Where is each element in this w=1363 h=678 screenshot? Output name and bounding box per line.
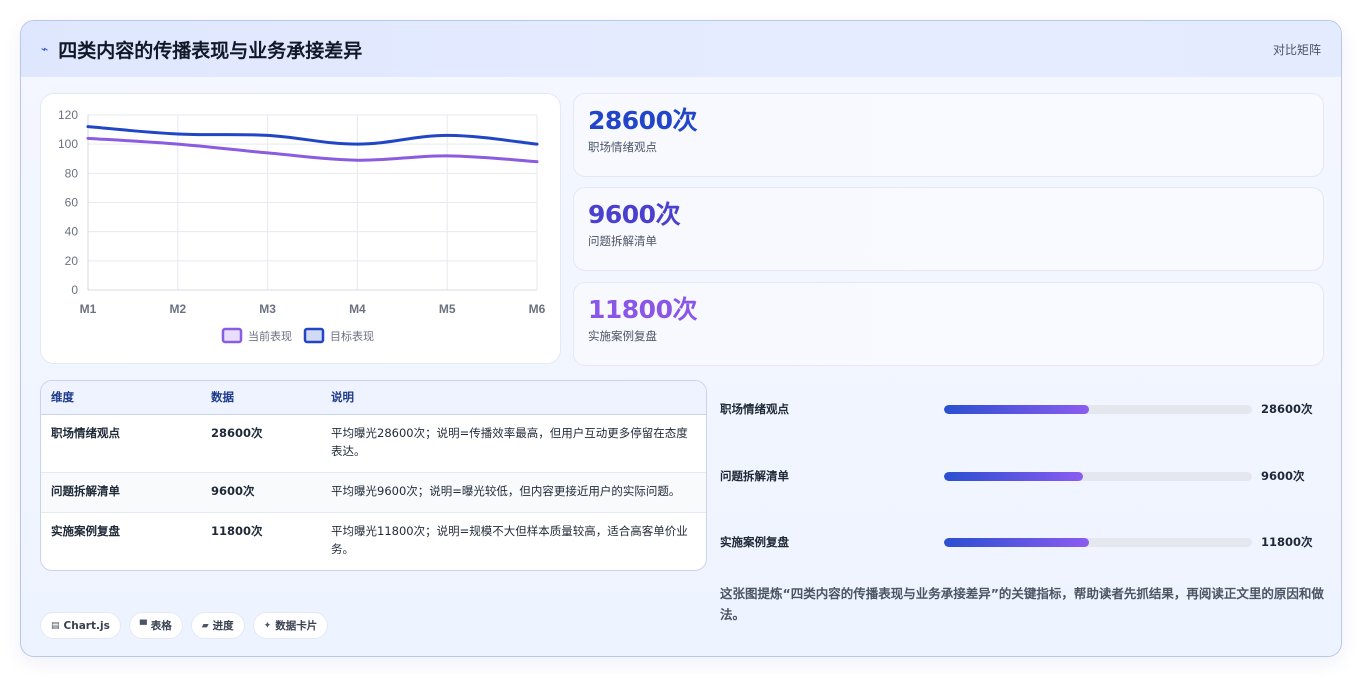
legend-swatch (303, 327, 325, 344)
y-tick-label: 40 (65, 225, 79, 239)
data-point (86, 125, 90, 128)
column-header: 数据 (201, 381, 321, 415)
line-chart-svg: 0 20 40 60 80 100 120 M1 M2 M3 M4 M5 M6 当前表现 目标表现 (58, 108, 546, 344)
chip-chartjs[interactable]: ▤ Chart.js (40, 612, 121, 639)
data-point (535, 142, 539, 146)
data-point (446, 134, 449, 137)
data-point (86, 137, 90, 140)
chip-label: 进度 (212, 620, 234, 632)
chart-line-icon: ⌁ (41, 42, 49, 56)
chip-label: 表格 (150, 620, 172, 632)
comparison-card: ⌁ 四类内容的传播表现与业务承接差异 对比矩阵 0 20 40 60 80 100 120 M… (20, 20, 1342, 657)
data-point (266, 134, 269, 137)
kpi-label: 职场情绪观点 (588, 140, 657, 154)
progress-value: 28600次 (1261, 402, 1313, 416)
progress-icon: ▰ (201, 620, 209, 631)
x-tick-label: M2 (169, 302, 186, 316)
table-cell: 实施案例复盘 (51, 523, 120, 538)
legend-label: 目标表现 (330, 329, 374, 343)
chart-icon: ▤ (51, 620, 60, 631)
data-point (446, 154, 449, 158)
table-row: 实施案例复盘 11800次 平均曝光11800次；说明=规模不大但样本质量较高，… (41, 512, 706, 570)
progress-track (944, 471, 1252, 481)
x-tick-label: M4 (349, 302, 366, 316)
data-point (176, 132, 179, 136)
chip-label: Chart.js (63, 619, 110, 632)
card-header: ⌁ 四类内容的传播表现与业务承接差异 对比矩阵 (21, 21, 1341, 77)
legend-label: 当前表现 (248, 329, 292, 343)
table-cell: 职场情绪观点 (41, 414, 201, 473)
table-row: 问题拆解清单 9600次 平均曝光9600次；说明=曝光较低，但内容更接近用户的… (41, 472, 706, 513)
progress-fill (944, 537, 1089, 547)
table-cell: 平均曝光28600次；说明=传播效率最高，但用户互动更多停留在态度表达。 (321, 414, 706, 473)
table-cell: 问题拆解清单 (41, 472, 201, 513)
kpi-value: 9600次 (588, 200, 681, 229)
data-point (356, 159, 359, 162)
data-point (535, 160, 539, 163)
y-tick-label: 100 (58, 137, 78, 151)
table-cell: 平均曝光11800次；说明=规模不大但样本质量较高，适合高客单价业务。 (331, 523, 688, 556)
y-tick-label: 80 (65, 166, 79, 180)
header-tag: 对比矩阵 (1272, 42, 1321, 57)
table-cell: 9600次 (201, 472, 321, 513)
table-header-row: 维度 数据 说明 (41, 381, 706, 415)
progress-label: 实施案例复盘 (720, 535, 789, 549)
kpi-label: 实施案例复盘 (588, 329, 657, 343)
page-title: 四类内容的传播表现与业务承接差异 (58, 39, 363, 62)
data-point (176, 142, 179, 146)
y-tick-label: 60 (65, 196, 79, 210)
kpi-card: 9600次 问题拆解清单 (573, 187, 1324, 271)
chip-label: 数据卡片 (275, 620, 318, 632)
kpi-card: 11800次 实施案例复盘 (573, 282, 1324, 366)
progress-fill (944, 404, 1089, 414)
x-tick-label: M6 (529, 302, 546, 316)
chip-table[interactable]: ▀ 表格 (128, 612, 183, 639)
line-chart: 0 20 40 60 80 100 120 M1 M2 M3 M4 M5 M6 当前表现 目标表现 (40, 93, 561, 364)
kpi-card: 28600次 职场情绪观点 (573, 93, 1324, 177)
table-icon: ▀ (139, 620, 147, 631)
progress-track (944, 537, 1252, 547)
sparkle-icon: ✦ (263, 620, 272, 631)
chip-progress[interactable]: ▰ 进度 (190, 612, 245, 639)
progress-row: 实施案例复盘 11800次 (720, 532, 1340, 552)
tag-chips: ▤ Chart.js ▀ 表格 ▰ 进度 ✦ 数据卡片 (40, 612, 329, 639)
progress-fill (944, 471, 1083, 481)
progress-row: 职场情绪观点 28600次 (720, 399, 1340, 419)
column-header: 维度 (41, 381, 201, 415)
data-table: 维度 数据 说明 职场情绪观点 28600次 平均曝光28600次；说明=传播效… (40, 380, 707, 571)
x-tick-label: M5 (439, 302, 456, 316)
data-point (266, 151, 269, 155)
progress-label: 问题拆解清单 (720, 469, 789, 483)
x-tick-label: M1 (80, 302, 97, 316)
table-cell: 28600次 (201, 414, 321, 473)
progress-track (944, 404, 1252, 414)
progress-value: 11800次 (1261, 535, 1313, 549)
data-point (356, 142, 359, 146)
progress-row: 问题拆解清单 9600次 (720, 466, 1340, 486)
progress-value: 9600次 (1261, 469, 1305, 483)
x-tick-label: M3 (259, 302, 276, 316)
column-header: 说明 (321, 381, 706, 415)
progress-label: 职场情绪观点 (720, 402, 789, 416)
table-cell: 平均曝光9600次；说明=曝光较低，但内容更接近用户的实际问题。 (321, 472, 706, 513)
y-tick-label: 20 (65, 254, 79, 268)
y-tick-label: 0 (71, 283, 78, 297)
chip-data-card[interactable]: ✦ 数据卡片 (252, 612, 329, 639)
y-tick-label: 120 (58, 108, 78, 122)
legend-swatch (221, 327, 243, 344)
summary-text: 这张图提炼“四类内容的传播表现与业务承接差异”的关键指标，帮助读者先抓结果，再阅… (720, 586, 1324, 622)
table-cell: 11800次 (211, 523, 263, 538)
kpi-value: 11800次 (588, 295, 697, 324)
table-row: 职场情绪观点 28600次 平均曝光28600次；说明=传播效率最高，但用户互动… (41, 414, 706, 473)
kpi-value: 28600次 (588, 106, 697, 135)
kpi-label: 问题拆解清单 (588, 234, 657, 248)
